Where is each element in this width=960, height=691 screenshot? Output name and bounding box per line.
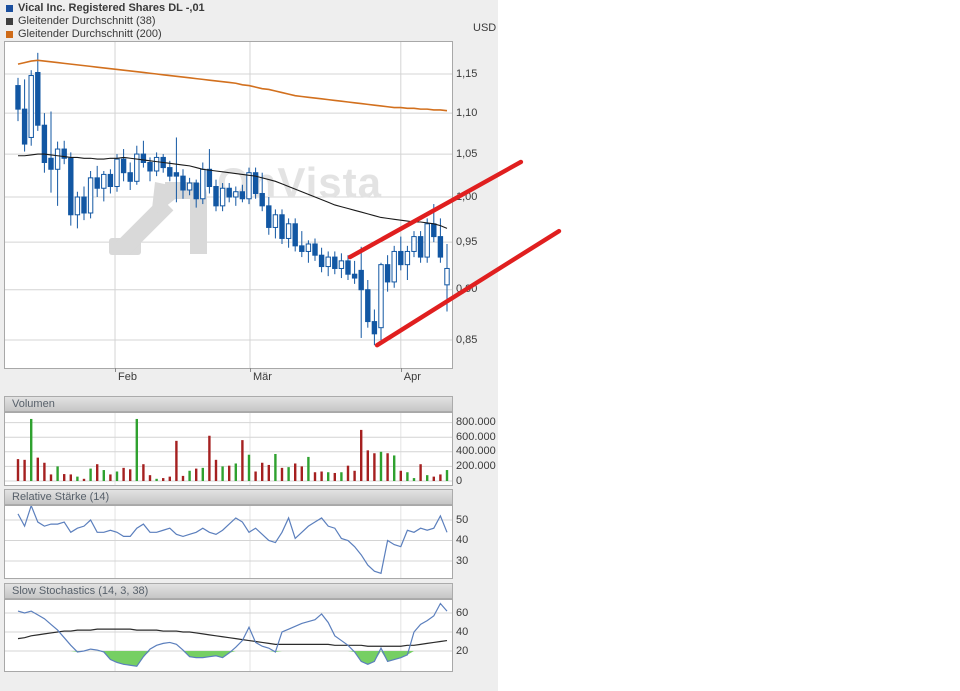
legend-label: Gleitender Durchschnitt (200) — [18, 28, 162, 40]
legend-label: Vical Inc. Registered Shares DL -,01 — [18, 2, 205, 14]
legend-swatch — [6, 17, 13, 25]
legend-label: Gleitender Durchschnitt (38) — [18, 15, 156, 27]
stochastics-axis-label: 60 — [456, 606, 469, 619]
month-axis-label: Feb — [118, 371, 137, 383]
price-axis-label: 0,95 — [456, 235, 478, 248]
volume-axis-label: 400.000 — [456, 445, 496, 458]
stochastics-axis-label: 40 — [456, 625, 469, 638]
price-axis-label: 1,05 — [456, 147, 478, 160]
legend-swatch — [6, 4, 13, 12]
rsi-panel-header: Relative Stärke (14) — [4, 489, 453, 505]
month-axis-tick — [249, 368, 251, 372]
legend-item: Gleitender Durchschnitt (38) — [6, 15, 205, 27]
price-axis-label: 1,10 — [456, 106, 478, 119]
rsi-axis-label: 40 — [456, 534, 469, 546]
volume-chart[interactable] — [4, 412, 453, 486]
chart-legend: Vical Inc. Registered Shares DL -,01 Glei… — [6, 2, 205, 41]
price-axis-label: 0,85 — [456, 333, 478, 346]
legend-swatch — [6, 30, 13, 38]
rsi-axis-label: 30 — [456, 554, 469, 567]
oversold-fill — [18, 651, 447, 667]
volume-axis-label: 0 — [456, 474, 463, 487]
volume-axis-label: 800.000 — [456, 416, 496, 429]
volume-panel-header: Volumen — [4, 396, 453, 412]
stochastics-axis-label: 20 — [456, 644, 469, 657]
main-price-chart[interactable]: OnVista — [4, 41, 453, 369]
legend-item: Vical Inc. Registered Shares DL -,01 — [6, 2, 205, 14]
price-axis-unit: USD — [473, 22, 497, 34]
price-axis-label: 0,90 — [456, 283, 478, 296]
legend-item: Gleitender Durchschnitt (200) — [6, 28, 205, 40]
volume-axis-label: 200.000 — [456, 459, 496, 472]
volume-axis-label: 600.000 — [456, 430, 496, 443]
price-axis-label: 1,00 — [456, 190, 478, 203]
month-axis-tick — [400, 368, 402, 372]
charting-application: Vical Inc. Registered Shares DL -,01 Glei… — [0, 0, 960, 691]
price-axis-label: 1,15 — [456, 67, 478, 80]
month-axis-tick — [115, 368, 117, 372]
rsi-axis-label: 50 — [456, 513, 469, 526]
stochastics-chart[interactable] — [4, 599, 453, 672]
rsi-chart[interactable] — [4, 505, 453, 579]
month-axis-label: Mär — [252, 371, 272, 383]
month-axis-label: Apr — [403, 371, 421, 383]
stochastics-panel-header: Slow Stochastics (14, 3, 38) — [4, 583, 453, 599]
